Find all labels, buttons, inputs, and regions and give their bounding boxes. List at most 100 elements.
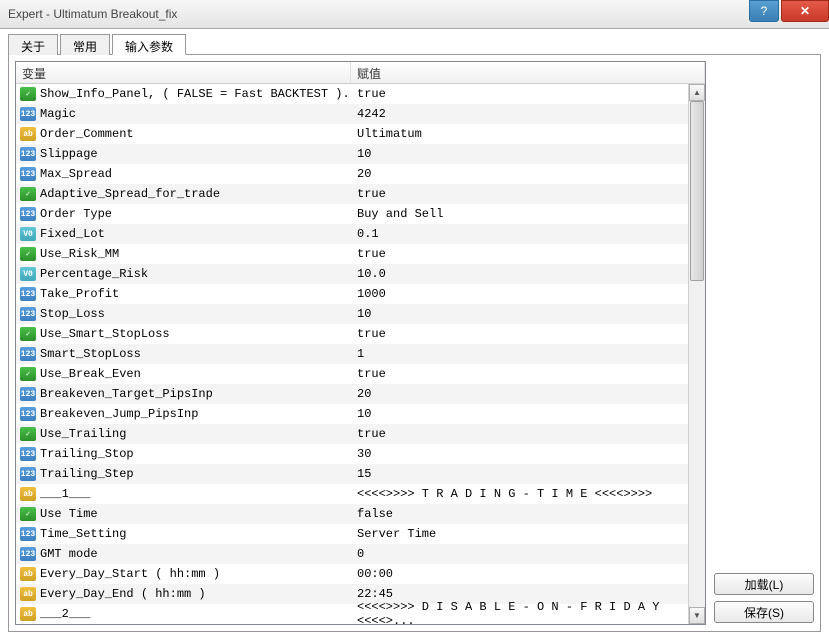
param-name: Show_Info_Panel, ( FALSE = Fast BACKTEST…: [40, 87, 350, 101]
param-value-cell[interactable]: 20: [351, 387, 705, 401]
param-name: Time_Setting: [40, 527, 126, 541]
table-row[interactable]: 123 Time_Setting Server Time: [16, 524, 705, 544]
table-row[interactable]: V0Percentage_Risk10.0: [16, 264, 705, 284]
close-button[interactable]: ✕: [781, 0, 829, 22]
help-button[interactable]: ?: [749, 0, 779, 22]
param-value-cell[interactable]: Server Time: [351, 527, 705, 541]
table-row[interactable]: ✓Use_Risk_MMtrue: [16, 244, 705, 264]
param-value-cell[interactable]: 1000: [351, 287, 705, 301]
tab-common[interactable]: 常用: [60, 34, 110, 55]
param-name: Use_Trailing: [40, 427, 126, 441]
param-value-cell[interactable]: true: [351, 87, 705, 101]
param-name-cell: 123Order Type: [16, 207, 351, 221]
int-type-icon: 123: [20, 447, 36, 461]
param-value-cell[interactable]: Buy and Sell: [351, 207, 705, 221]
param-value-cell[interactable]: 10: [351, 407, 705, 421]
int-type-icon: 123: [20, 207, 36, 221]
param-name-cell: abEvery_Day_Start ( hh:mm ): [16, 567, 351, 581]
table-row[interactable]: 123Smart_StopLoss1: [16, 344, 705, 364]
table-row[interactable]: ✓Adaptive_Spread_for_tradetrue: [16, 184, 705, 204]
table-row[interactable]: ab___2___<<<<>>>> D I S A B L E - O N - …: [16, 604, 705, 624]
int-type-icon: 123: [20, 167, 36, 181]
param-name-cell: 123Magic: [16, 107, 351, 121]
param-value-cell[interactable]: 0.1: [351, 227, 705, 241]
param-value-cell[interactable]: 20: [351, 167, 705, 181]
table-row[interactable]: 123Take_Profit1000: [16, 284, 705, 304]
param-value-cell[interactable]: <<<<>>>> D I S A B L E - O N - F R I D A…: [351, 600, 705, 624]
table-row[interactable]: 123 Slippage 10: [16, 144, 705, 164]
str-type-icon: ab: [20, 567, 36, 581]
table-row[interactable]: 123Breakeven_Target_PipsInp20: [16, 384, 705, 404]
param-value-cell[interactable]: 22:45: [351, 587, 705, 601]
table-row[interactable]: V0 Fixed_Lot 0.1: [16, 224, 705, 244]
int-type-icon: 123: [20, 467, 36, 481]
table-row[interactable]: ✓Use_Break_Eventrue: [16, 364, 705, 384]
param-name: Use_Risk_MM: [40, 247, 119, 261]
param-value-cell[interactable]: 1: [351, 347, 705, 361]
param-name: ___2___: [40, 607, 90, 621]
int-type-icon: 123: [20, 527, 36, 541]
param-value-cell[interactable]: true: [351, 367, 705, 381]
param-name-cell: ✓Use Time: [16, 507, 351, 521]
load-button[interactable]: 加载(L): [714, 573, 814, 595]
table-row[interactable]: abOrder_CommentUltimatum: [16, 124, 705, 144]
param-value-cell[interactable]: 30: [351, 447, 705, 461]
param-value-cell[interactable]: 00:00: [351, 567, 705, 581]
table-row[interactable]: abEvery_Day_Start ( hh:mm )00:00: [16, 564, 705, 584]
str-type-icon: ab: [20, 587, 36, 601]
scroll-thumb[interactable]: [690, 101, 704, 281]
table-row[interactable]: 123Breakeven_Jump_PipsInp10: [16, 404, 705, 424]
param-value-cell[interactable]: 10.0: [351, 267, 705, 281]
param-name-cell: 123Trailing_Step: [16, 467, 351, 481]
table-row[interactable]: ✓Use_Trailingtrue: [16, 424, 705, 444]
table-row[interactable]: ✓Use Timefalse: [16, 504, 705, 524]
param-value-cell[interactable]: 4242: [351, 107, 705, 121]
param-name: Breakeven_Jump_PipsInp: [40, 407, 198, 421]
table-row[interactable]: 123Trailing_Stop30: [16, 444, 705, 464]
dialog-window: Expert - Ultimatum Breakout_fix ? ✕ 关于 常…: [0, 0, 829, 640]
int-type-icon: 123: [20, 147, 36, 161]
scroll-up-button[interactable]: ▲: [689, 84, 705, 101]
param-value-cell[interactable]: true: [351, 247, 705, 261]
param-name-cell: ✓Adaptive_Spread_for_trade: [16, 187, 351, 201]
param-value-cell[interactable]: 0: [351, 547, 705, 561]
dbl-type-icon: V0: [20, 227, 36, 241]
dbl-type-icon: V0: [20, 267, 36, 281]
table-row[interactable]: 123Max_Spread20: [16, 164, 705, 184]
tab-inputs[interactable]: 输入参数: [112, 34, 186, 55]
bool-type-icon: ✓: [20, 87, 36, 101]
titlebar[interactable]: Expert - Ultimatum Breakout_fix ? ✕: [0, 0, 829, 29]
header-variable[interactable]: 变量: [16, 62, 351, 83]
table-row[interactable]: 123GMT mode0: [16, 544, 705, 564]
param-value-cell[interactable]: 10: [351, 147, 705, 161]
table-row[interactable]: 123Order TypeBuy and Sell: [16, 204, 705, 224]
scroll-down-button[interactable]: ▼: [689, 607, 705, 624]
tab-about[interactable]: 关于: [8, 34, 58, 55]
header-value[interactable]: 赋值: [351, 62, 705, 83]
param-value-cell[interactable]: false: [351, 507, 705, 521]
param-name: Use_Break_Even: [40, 367, 141, 381]
save-button[interactable]: 保存(S): [714, 601, 814, 623]
side-buttons: 加载(L) 保存(S): [714, 61, 814, 625]
param-value-cell[interactable]: true: [351, 427, 705, 441]
param-name-cell: V0Percentage_Risk: [16, 267, 351, 281]
param-name: Fixed_Lot: [40, 227, 105, 241]
scrollbar[interactable]: ▲ ▼: [688, 84, 705, 624]
table-row[interactable]: ✓Use_Smart_StopLosstrue: [16, 324, 705, 344]
param-name: ___1___: [40, 487, 90, 501]
bool-type-icon: ✓: [20, 507, 36, 521]
param-name: Slippage: [40, 147, 98, 161]
param-value-cell[interactable]: 10: [351, 307, 705, 321]
table-row[interactable]: 123Trailing_Step15: [16, 464, 705, 484]
table-row[interactable]: ab___1___<<<<>>>> T R A D I N G - T I M …: [16, 484, 705, 504]
param-value-cell[interactable]: 15: [351, 467, 705, 481]
table-row[interactable]: 123Stop_Loss10: [16, 304, 705, 324]
table-row[interactable]: 123Magic4242: [16, 104, 705, 124]
param-value-cell[interactable]: true: [351, 327, 705, 341]
param-value-cell[interactable]: true: [351, 187, 705, 201]
param-value-cell[interactable]: Ultimatum: [351, 127, 705, 141]
param-value-cell[interactable]: <<<<>>>> T R A D I N G - T I M E <<<<>>>…: [351, 487, 705, 501]
table-header: 变量 赋值: [16, 62, 705, 84]
table-row[interactable]: ✓ Show_Info_Panel, ( FALSE = Fast BACKTES…: [16, 84, 705, 104]
parameters-table: 变量 赋值 ✓ Show_Info_Panel, ( FALSE = Fast B…: [15, 61, 706, 625]
